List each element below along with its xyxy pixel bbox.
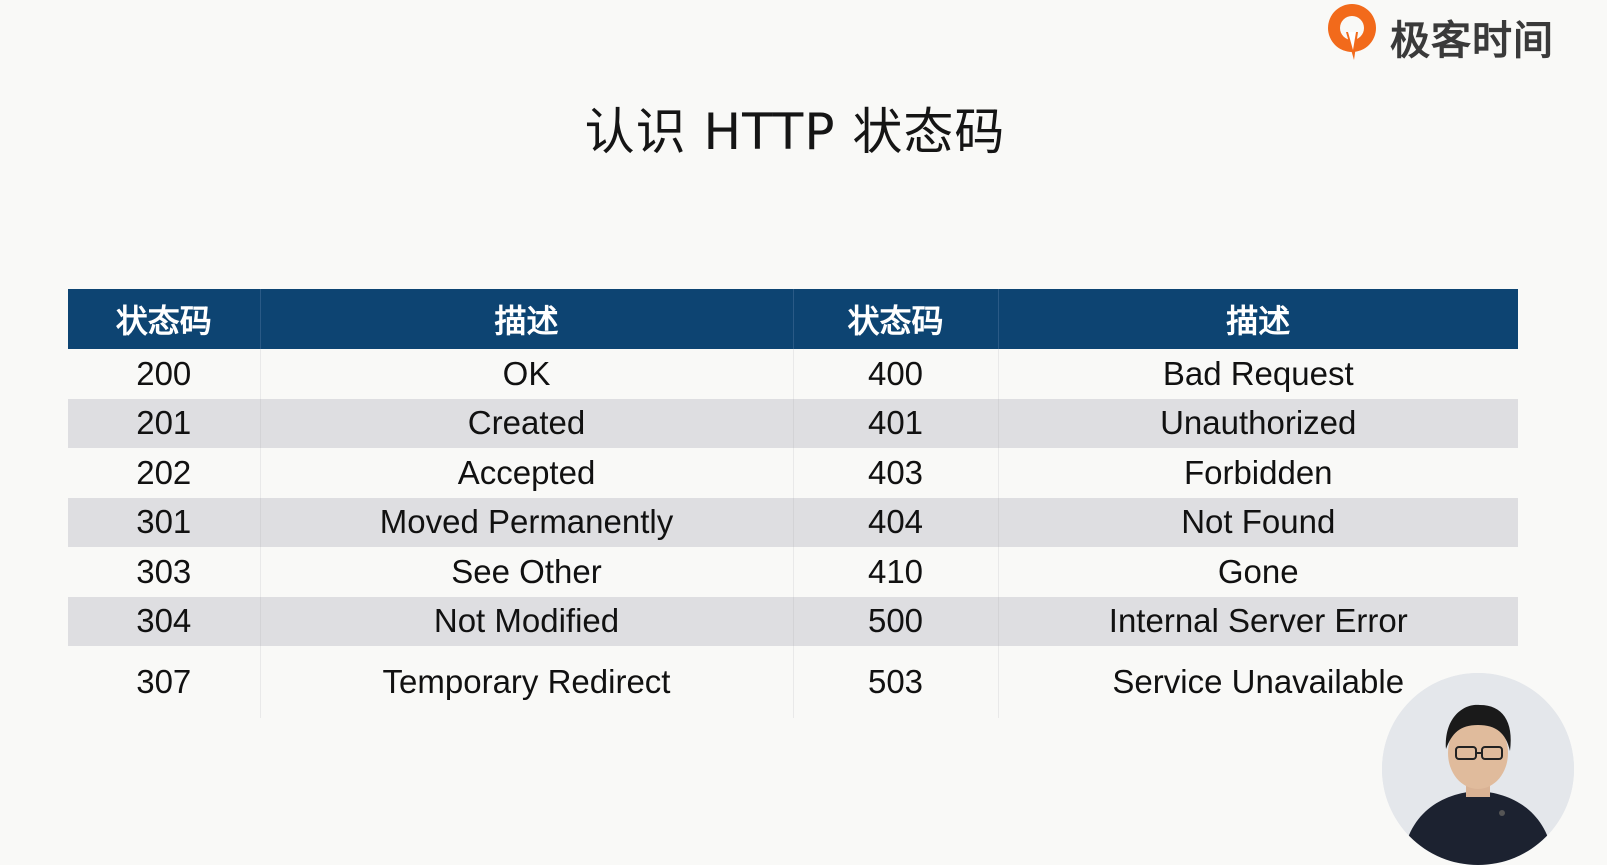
header-description: 描述	[260, 289, 794, 349]
status-code: 201	[68, 398, 261, 448]
presenter-avatar-icon	[1382, 673, 1574, 865]
status-code: 404	[793, 497, 999, 547]
status-code: 410	[793, 547, 999, 597]
status-description: Gone	[1217, 552, 1299, 590]
status-code: 303	[68, 547, 261, 597]
brand-name: 极客时间	[1390, 18, 1554, 64]
presenter-video	[1382, 673, 1574, 865]
status-description: Unauthorized	[998, 398, 1518, 448]
table-row: 202 Accepted 403 Forbidden	[68, 448, 1518, 498]
geektime-logo-icon	[1328, 4, 1376, 60]
status-description: OK	[260, 349, 794, 399]
status-code-table: 状态码 描述 状态码 描述 200 OK 400 Bad Request 201…	[68, 289, 1518, 718]
status-code: 202	[68, 448, 261, 498]
header-description: 描述	[998, 289, 1518, 349]
table-row: 303 See Other 410 Gone	[68, 547, 1518, 597]
brand-logo: 极客时间	[1326, 0, 1576, 64]
status-description: Created	[260, 398, 794, 448]
status-description: Bad Request	[1162, 354, 1354, 392]
status-code: 301	[68, 497, 261, 547]
table-row: 304 Not Modified 500 Internal Server Err…	[68, 596, 1518, 646]
status-code: 503	[793, 646, 999, 718]
status-description: Accepted	[260, 448, 794, 498]
status-description: Forbidden	[1183, 453, 1333, 491]
table-row: 307 Temporary Redirect 503 Service Unava…	[68, 646, 1518, 718]
status-code: 500	[793, 596, 999, 646]
table-row: 201 Created 401 Unauthorized	[68, 398, 1518, 448]
status-description: Moved Permanently	[260, 497, 794, 547]
status-description: Temporary Redirect	[260, 646, 794, 718]
status-code: 401	[793, 398, 999, 448]
status-description: Not Modified	[260, 596, 794, 646]
status-description: Not Found	[998, 497, 1518, 547]
table-header-row: 状态码 描述 状态码 描述	[68, 289, 1518, 349]
header-code: 状态码	[793, 289, 999, 349]
header-code: 状态码	[68, 289, 261, 349]
status-description: See Other	[260, 547, 794, 597]
table-row: 301 Moved Permanently 404 Not Found	[68, 497, 1518, 547]
status-code: 304	[68, 596, 261, 646]
table-row: 200 OK 400 Bad Request	[68, 349, 1518, 399]
status-description: Internal Server Error	[998, 596, 1518, 646]
slide-title: 认识 HTTP 状态码	[584, 102, 1006, 161]
status-code: 307	[68, 646, 261, 718]
status-code: 200	[68, 349, 261, 399]
status-code: 403	[793, 448, 999, 498]
status-code: 400	[793, 349, 999, 399]
